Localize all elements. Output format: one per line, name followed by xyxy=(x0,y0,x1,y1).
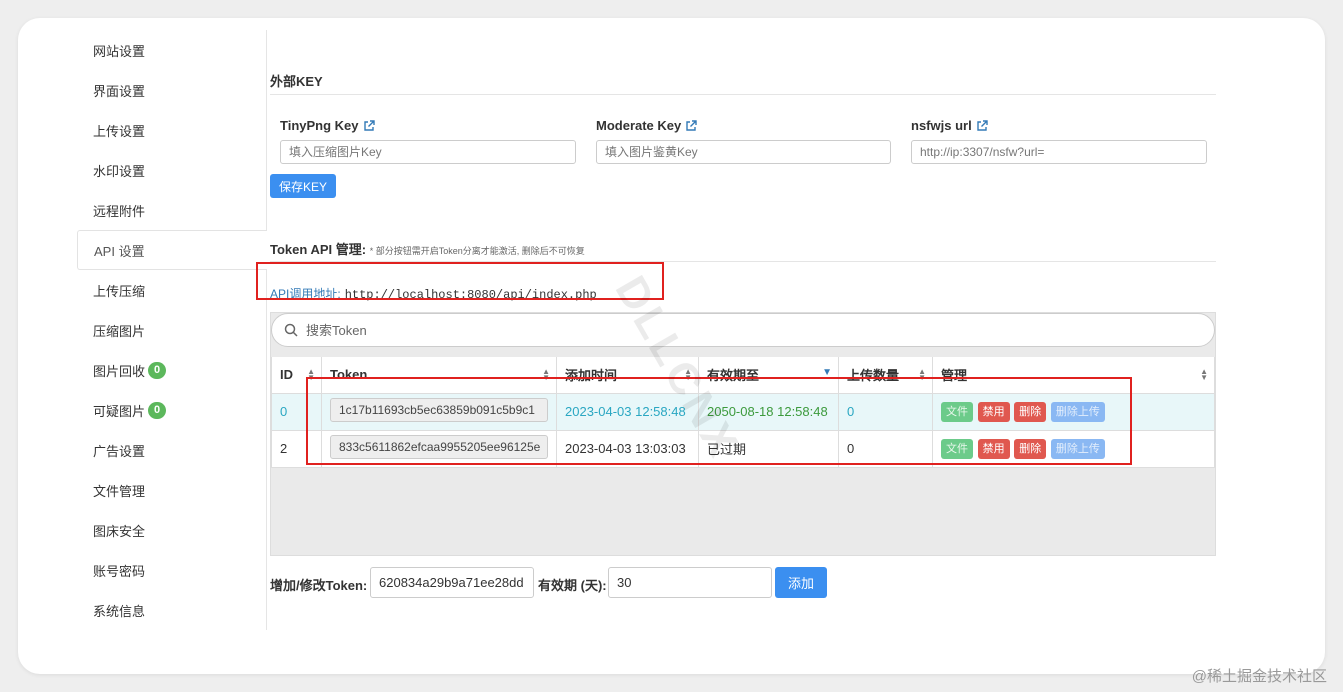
sidebar-item-compress-images[interactable]: 压缩图片 xyxy=(77,310,266,350)
add-button[interactable]: 添加 xyxy=(775,567,827,598)
sidebar-item-label: 图片回收 xyxy=(93,363,146,379)
sidebar-item-label: 系统信息 xyxy=(93,603,146,619)
sidebar-item-label: 图床安全 xyxy=(93,523,146,539)
tinypng-key-label: TinyPng Key xyxy=(280,118,375,133)
search-bar xyxy=(271,313,1215,347)
days-input-label: 有效期 (天): xyxy=(538,578,607,593)
highlight-box xyxy=(306,377,1132,465)
moderate-key-label: Moderate Key xyxy=(596,118,697,133)
count-badge: 0 xyxy=(148,361,167,379)
sidebar-item-label: 水印设置 xyxy=(93,163,146,179)
sidebar-item-watermark[interactable]: 水印设置 xyxy=(77,150,266,190)
divider xyxy=(270,94,1216,95)
sidebar-item-label: 文件管理 xyxy=(93,483,146,499)
sidebar-item-system[interactable]: 系统信息 xyxy=(77,590,266,630)
sidebar-item-label: 网站设置 xyxy=(93,43,146,59)
sidebar-item-label: 界面设置 xyxy=(93,83,146,99)
sidebar-item-files[interactable]: 文件管理 xyxy=(77,470,266,510)
days-input[interactable] xyxy=(608,567,772,598)
sidebar-item-label: API 设置 xyxy=(94,243,145,259)
highlight-box xyxy=(256,262,664,300)
moderate-key-input[interactable] xyxy=(596,140,891,164)
search-icon xyxy=(284,323,298,337)
sidebar-item-api[interactable]: API 设置 xyxy=(77,230,267,270)
sidebar-item-label: 可疑图片 xyxy=(93,403,146,419)
nsfwjs-url-label: nsfwjs url xyxy=(911,118,988,133)
settings-card: 网站设置 界面设置 上传设置 水印设置 远程附件 API 设置 上传压缩 压缩图… xyxy=(18,18,1325,674)
sidebar-item-label: 上传设置 xyxy=(93,123,146,139)
nsfwjs-url-input[interactable] xyxy=(911,140,1207,164)
sidebar-item-remote[interactable]: 远程附件 xyxy=(77,190,266,230)
sidebar-item-ads[interactable]: 广告设置 xyxy=(77,430,266,470)
tinypng-key-input[interactable] xyxy=(280,140,576,164)
sidebar-item-label: 远程附件 xyxy=(93,203,146,219)
sidebar-item-security[interactable]: 图床安全 xyxy=(77,510,266,550)
sidebar-item-account[interactable]: 账号密码 xyxy=(77,550,266,590)
sidebar-item-label: 广告设置 xyxy=(93,443,146,459)
sort-icon: ▲ ▼ xyxy=(1200,367,1208,382)
sort-desc-icon: ▼ xyxy=(822,367,832,378)
sidebar: 网站设置 界面设置 上传设置 水印设置 远程附件 API 设置 上传压缩 压缩图… xyxy=(77,30,267,630)
external-link-icon[interactable] xyxy=(363,119,375,132)
token-api-note: * 部分按钮需开启Token分离才能激活, 删除后不可恢复 xyxy=(369,246,585,256)
token-input-label: 增加/修改Token: xyxy=(270,578,368,593)
sidebar-item-ui[interactable]: 界面设置 xyxy=(77,70,266,110)
external-link-icon[interactable] xyxy=(976,119,988,132)
count-badge: 0 xyxy=(148,401,167,419)
sidebar-item-site[interactable]: 网站设置 xyxy=(77,30,266,70)
sidebar-item-label: 账号密码 xyxy=(93,563,146,579)
search-input[interactable] xyxy=(306,322,1106,338)
sidebar-item-upload[interactable]: 上传设置 xyxy=(77,110,266,150)
sidebar-item-label: 上传压缩 xyxy=(93,283,146,299)
footer-watermark: @稀土掘金技术社区 xyxy=(1191,668,1327,685)
sidebar-item-suspicious[interactable]: 可疑图片 0 xyxy=(77,390,266,430)
sidebar-item-recycle[interactable]: 图片回收 0 xyxy=(77,350,266,390)
external-key-title: 外部KEY xyxy=(270,74,323,89)
token-api-title: Token API 管理: * 部分按钮需开启Token分离才能激活, 删除后不… xyxy=(270,242,585,257)
token-input[interactable] xyxy=(370,567,534,598)
external-link-icon[interactable] xyxy=(685,119,697,132)
sidebar-item-label: 压缩图片 xyxy=(93,323,146,339)
sidebar-item-upload-compress[interactable]: 上传压缩 xyxy=(77,270,266,310)
save-key-button[interactable]: 保存KEY xyxy=(270,174,336,198)
